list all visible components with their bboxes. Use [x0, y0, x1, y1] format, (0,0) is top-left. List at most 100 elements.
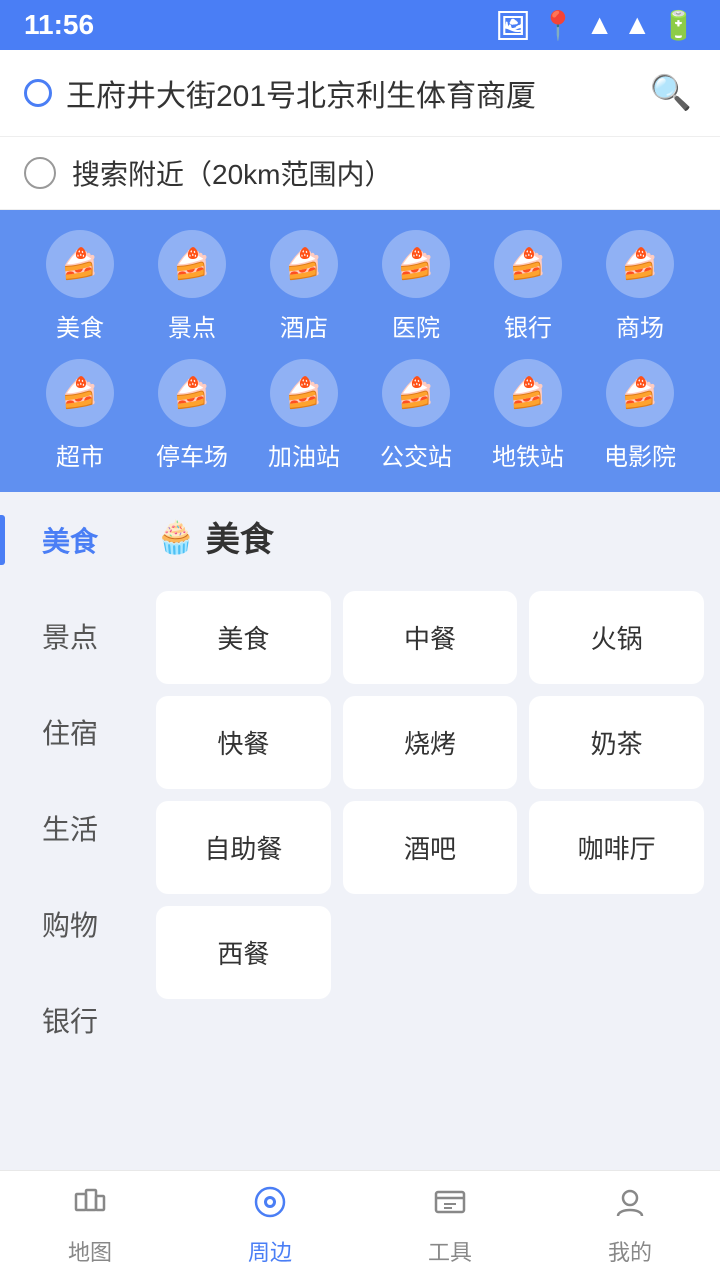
bus-icon: 🍰 — [382, 359, 450, 427]
nearby-icon — [252, 1184, 288, 1229]
category-supermarket[interactable]: 🍰 超市 — [35, 359, 125, 472]
hospital-icon: 🍰 — [382, 230, 450, 298]
bank-icon: 🍰 — [494, 230, 562, 298]
status-bar: 11:56 🖼 📍 ▲ ▲ 🔋 — [0, 0, 720, 50]
category-bus[interactable]: 🍰 公交站 — [371, 359, 461, 472]
location-icon: 📍 — [541, 9, 576, 42]
tools-label: 工具 — [428, 1235, 472, 1267]
subcategory-row-2: 快餐 烧烤 奶茶 — [156, 696, 704, 789]
subcategory-empty-2 — [529, 906, 704, 999]
category-grid: 🍰 美食 🍰 景点 🍰 酒店 🍰 医院 🍰 银行 🍰 商场 🍰 超市 — [0, 210, 720, 492]
gallery-icon: 🖼 — [495, 9, 531, 42]
toggle-circle-icon — [24, 157, 56, 189]
status-time: 11:56 — [24, 9, 94, 41]
bottom-nav: 地图 周边 工具 我的 — [0, 1170, 720, 1280]
category-hotel[interactable]: 🍰 酒店 — [259, 230, 349, 343]
food-icon: 🍰 — [46, 230, 114, 298]
nearby-toggle[interactable]: 搜索附近（20km范围内） — [0, 137, 720, 210]
left-sidebar: 美食 景点 住宿 生活 购物 银行 — [0, 492, 140, 1192]
battery-icon: 🔋 — [661, 9, 696, 42]
hotel-icon: 🍰 — [270, 230, 338, 298]
category-bank[interactable]: 🍰 银行 — [483, 230, 573, 343]
supermarket-label: 超市 — [56, 437, 104, 472]
mine-label: 我的 — [608, 1235, 652, 1267]
bank-label: 银行 — [504, 308, 552, 343]
category-gas[interactable]: 🍰 加油站 — [259, 359, 349, 472]
category-subway[interactable]: 🍰 地铁站 — [483, 359, 573, 472]
sidebar-item-life[interactable]: 生活 — [0, 780, 140, 876]
sidebar-shopping-label: 购物 — [42, 910, 98, 941]
nearby-label: 搜索附近（20km范围内） — [72, 153, 392, 193]
category-scenic[interactable]: 🍰 景点 — [147, 230, 237, 343]
status-icons: 🖼 📍 ▲ ▲ 🔋 — [495, 9, 696, 42]
right-panel: 🧁 美食 美食 中餐 火锅 快餐 烧烤 奶茶 自助餐 酒吧 咖啡厅 西餐 — [140, 492, 720, 1192]
map-icon — [72, 1184, 108, 1229]
active-bar — [0, 515, 5, 565]
map-label: 地图 — [68, 1235, 112, 1267]
gas-label: 加油站 — [268, 437, 340, 472]
search-button[interactable]: 🔍 — [646, 68, 696, 118]
sidebar-item-food[interactable]: 美食 — [0, 492, 140, 588]
subcategory-shaokao[interactable]: 烧烤 — [343, 696, 518, 789]
search-icon: 🔍 — [650, 73, 692, 113]
signal-icon: ▲ — [623, 9, 651, 41]
category-row-1: 🍰 美食 🍰 景点 🍰 酒店 🍰 医院 🍰 银行 🍰 商场 — [24, 230, 696, 343]
subcategory-nacha[interactable]: 奶茶 — [529, 696, 704, 789]
sidebar-item-scenic[interactable]: 景点 — [0, 588, 140, 684]
cinema-label: 电影院 — [604, 437, 676, 472]
nav-tools[interactable]: 工具 — [408, 1174, 492, 1277]
nav-mine[interactable]: 我的 — [588, 1174, 672, 1277]
subcategory-kuaican[interactable]: 快餐 — [156, 696, 331, 789]
hotel-label: 酒店 — [280, 308, 328, 343]
subcategory-jiuba[interactable]: 酒吧 — [343, 801, 518, 894]
subcategory-zhongcan[interactable]: 中餐 — [343, 591, 518, 684]
nearby-nav-label: 周边 — [248, 1235, 292, 1267]
subcategory-zizhucan[interactable]: 自助餐 — [156, 801, 331, 894]
location-display[interactable]: 王府井大街201号北京利生体育商厦 — [24, 71, 646, 115]
section-header-title: 美食 — [206, 512, 274, 561]
location-dot-icon — [24, 79, 52, 107]
nav-nearby[interactable]: 周边 — [228, 1174, 312, 1277]
hospital-label: 医院 — [392, 308, 440, 343]
mall-icon: 🍰 — [606, 230, 674, 298]
search-bar: 王府井大街201号北京利生体育商厦 🔍 — [0, 50, 720, 137]
mall-label: 商场 — [616, 308, 664, 343]
tools-icon — [432, 1184, 468, 1229]
subcategory-row-1: 美食 中餐 火锅 — [156, 591, 704, 684]
supermarket-icon: 🍰 — [46, 359, 114, 427]
section-header: 🧁 美食 — [156, 502, 704, 571]
main-content: 美食 景点 住宿 生活 购物 银行 🧁 美食 美食 中餐 火锅 — [0, 492, 720, 1192]
sidebar-life-label: 生活 — [42, 814, 98, 845]
section-header-icon: 🧁 — [156, 518, 196, 556]
category-food[interactable]: 🍰 美食 — [35, 230, 125, 343]
category-cinema[interactable]: 🍰 电影院 — [595, 359, 685, 472]
location-text: 王府井大街201号北京利生体育商厦 — [66, 71, 536, 115]
subcategory-row-4: 西餐 — [156, 906, 704, 999]
parking-label: 停车场 — [156, 437, 228, 472]
subcategory-xican[interactable]: 西餐 — [156, 906, 331, 999]
subcategory-kafei[interactable]: 咖啡厅 — [529, 801, 704, 894]
wifi-icon: ▲ — [586, 9, 614, 41]
sidebar-scenic-label: 景点 — [42, 622, 98, 653]
subcategory-row-3: 自助餐 酒吧 咖啡厅 — [156, 801, 704, 894]
sidebar-item-bank[interactable]: 银行 — [0, 972, 140, 1068]
subcategory-meishi[interactable]: 美食 — [156, 591, 331, 684]
subway-label: 地铁站 — [492, 437, 564, 472]
food-label: 美食 — [56, 308, 104, 343]
sidebar-item-shopping[interactable]: 购物 — [0, 876, 140, 972]
sidebar-food-label: 美食 — [42, 526, 98, 557]
sidebar-bank-label: 银行 — [42, 1006, 98, 1037]
category-parking[interactable]: 🍰 停车场 — [147, 359, 237, 472]
category-mall[interactable]: 🍰 商场 — [595, 230, 685, 343]
subcategory-huoguo[interactable]: 火锅 — [529, 591, 704, 684]
cinema-icon: 🍰 — [606, 359, 674, 427]
mine-icon — [612, 1184, 648, 1229]
nav-map[interactable]: 地图 — [48, 1174, 132, 1277]
gas-icon: 🍰 — [270, 359, 338, 427]
sidebar-accommodation-label: 住宿 — [42, 718, 98, 749]
subway-icon: 🍰 — [494, 359, 562, 427]
subcategory-grid: 美食 中餐 火锅 快餐 烧烤 奶茶 自助餐 酒吧 咖啡厅 西餐 — [156, 591, 704, 999]
scenic-label: 景点 — [168, 308, 216, 343]
category-hospital[interactable]: 🍰 医院 — [371, 230, 461, 343]
sidebar-item-accommodation[interactable]: 住宿 — [0, 684, 140, 780]
